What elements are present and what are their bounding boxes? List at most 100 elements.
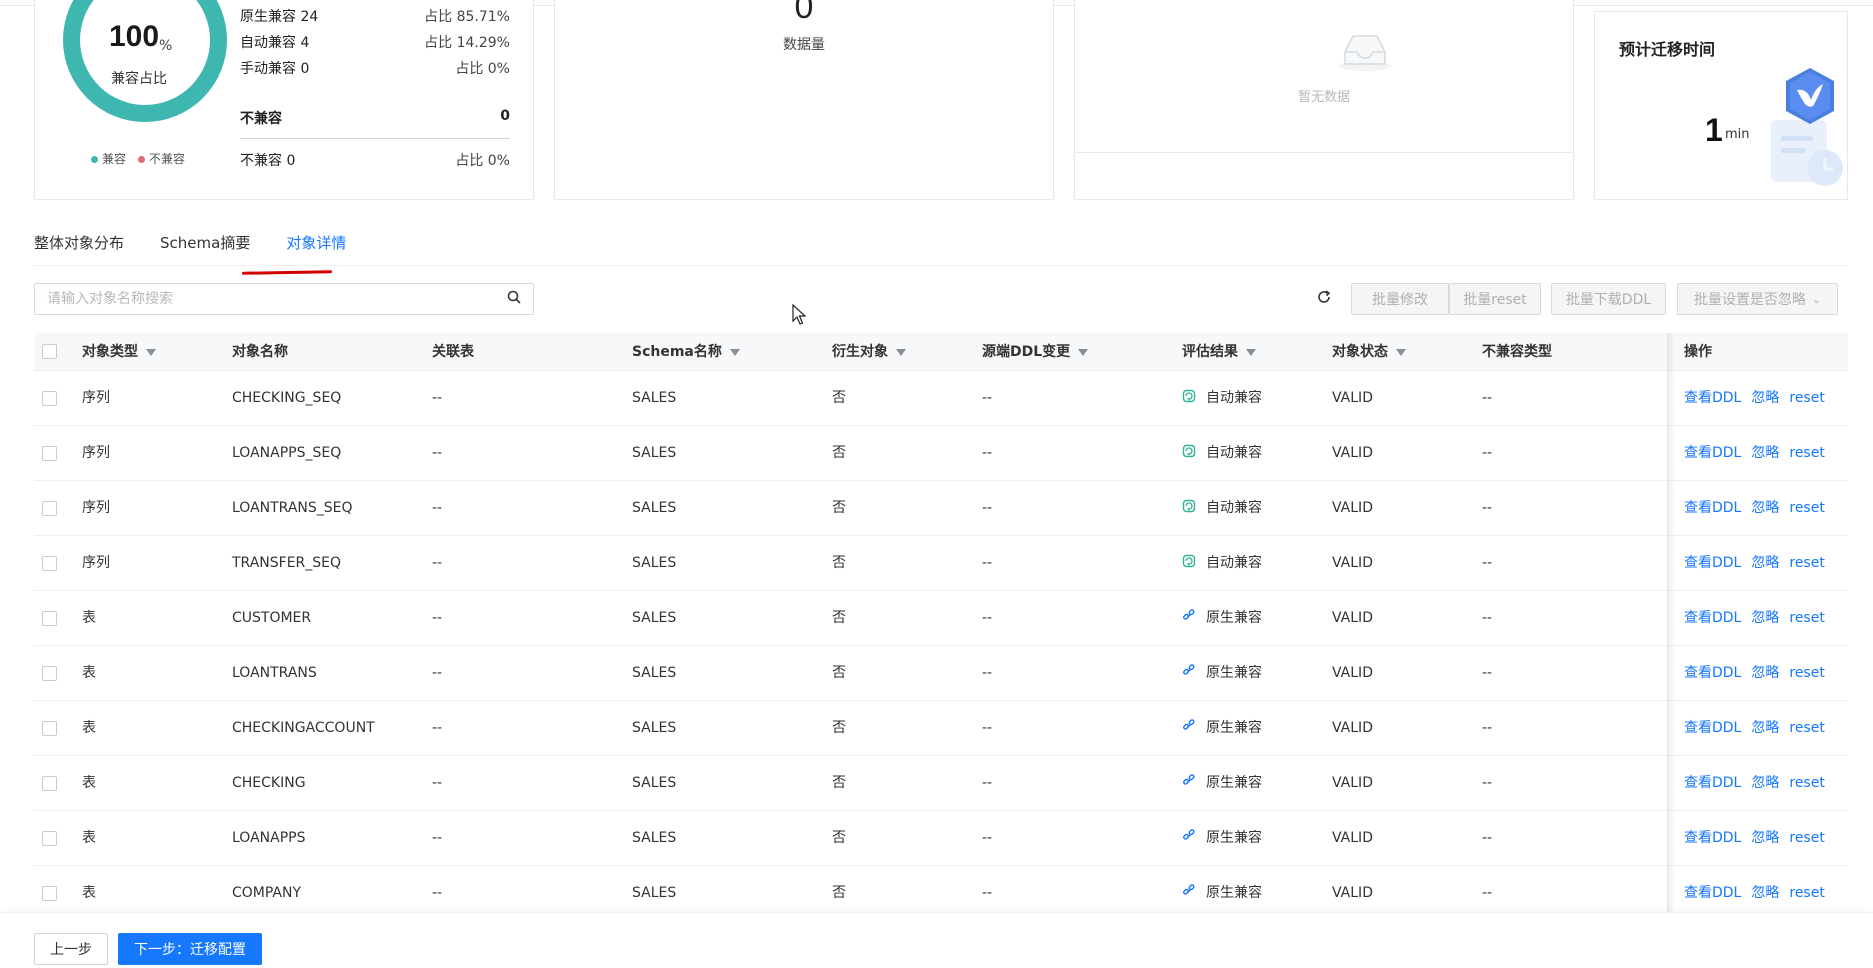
reset-link[interactable]: reset [1789, 665, 1824, 681]
view-ddl-link[interactable]: 查看DDL [1684, 830, 1741, 846]
filter-icon[interactable] [146, 348, 156, 356]
row-checkbox[interactable] [42, 886, 57, 901]
cell-eval: 原生兼容 [1182, 591, 1262, 646]
ignore-link[interactable]: 忽略 [1751, 665, 1779, 681]
filter-icon[interactable] [729, 348, 740, 356]
reset-link[interactable]: reset [1789, 775, 1824, 791]
row-checkbox[interactable] [42, 446, 57, 461]
filter-icon[interactable] [896, 348, 906, 356]
object-search-input[interactable] [47, 291, 507, 307]
reset-link[interactable]: reset [1789, 555, 1824, 571]
search-icon[interactable] [507, 290, 521, 308]
reset-link[interactable]: reset [1789, 885, 1824, 901]
stat-auto: 自动兼容 4 占比 14.29% [240, 35, 510, 51]
ignore-link[interactable]: 忽略 [1751, 390, 1779, 406]
row-checkbox[interactable] [42, 776, 57, 791]
reset-link[interactable]: reset [1789, 830, 1824, 846]
card-divider [1075, 152, 1573, 153]
view-ddl-link[interactable]: 查看DDL [1684, 390, 1741, 406]
cell-derived: 否 [832, 445, 846, 461]
batch-download-ddl-button[interactable]: 批量下载DDL [1551, 283, 1666, 315]
cell-schema: SALES [632, 500, 677, 516]
cell-eval: 原生兼容 [1182, 811, 1262, 866]
tab-schema-summary[interactable]: Schema摘要 [160, 232, 250, 263]
cell-ops: 查看DDL 忽略 reset [1684, 701, 1835, 756]
batch-reset-button[interactable]: 批量reset [1449, 283, 1541, 315]
view-ddl-link[interactable]: 查看DDL [1684, 445, 1741, 461]
select-all-checkbox[interactable] [42, 344, 57, 359]
row-checkbox[interactable] [42, 391, 57, 406]
tab-object-details[interactable]: 对象详情 [286, 232, 346, 263]
batch-modify-button[interactable]: 批量修改 [1351, 283, 1449, 315]
tab-overall-distribution[interactable]: 整体对象分布 [34, 232, 124, 263]
table-row: 表 CHECKINGACCOUNT -- SALES 否 -- VALID -- 原生兼容 查… [34, 701, 1848, 756]
table-header: 对象类型 对象名称 关联表 Schema名称 衍生对象 源端DDL变更 评估结果… [34, 333, 1848, 371]
cell-related: -- [432, 390, 443, 406]
table-row: 表 CHECKING -- SALES 否 -- VALID -- 原生兼容 查看DDL 忽略 r… [34, 756, 1848, 811]
refresh-icon [1316, 289, 1332, 309]
compat-summary-card: 100 % 兼容占比 兼容 不兼容 原生兼容 24 占比 85.71% 自动兼容 … [34, 0, 534, 200]
view-ddl-link[interactable]: 查看DDL [1684, 665, 1741, 681]
cell-derived: 否 [832, 610, 846, 626]
ignore-link[interactable]: 忽略 [1751, 885, 1779, 901]
empty-text: 暂无数据 [1297, 90, 1350, 105]
filter-icon[interactable] [1246, 348, 1256, 356]
row-checkbox[interactable] [42, 556, 57, 571]
view-ddl-link[interactable]: 查看DDL [1684, 555, 1741, 571]
col-ddl-change: 源端DDL变更 [982, 333, 1089, 371]
footer-bar: 上一步 下一步：迁移配置 [0, 912, 1873, 968]
ignore-link[interactable]: 忽略 [1751, 555, 1779, 571]
batch-ignore-dropdown[interactable]: 批量设置是否忽略 ⌄ [1677, 283, 1838, 315]
ignore-link[interactable]: 忽略 [1751, 500, 1779, 516]
cell-incompat-type: -- [1482, 500, 1493, 516]
reset-link[interactable]: reset [1789, 445, 1824, 461]
ignore-link[interactable]: 忽略 [1751, 830, 1779, 846]
native-compat-icon [1182, 828, 1196, 843]
row-checkbox[interactable] [42, 831, 57, 846]
row-checkbox[interactable] [42, 611, 57, 626]
auto-compat-icon [1182, 389, 1196, 403]
cell-ddl-change: -- [982, 830, 993, 846]
row-checkbox[interactable] [42, 666, 57, 681]
cell-ops: 查看DDL 忽略 reset [1684, 811, 1835, 866]
ignore-link[interactable]: 忽略 [1751, 610, 1779, 626]
data-volume-label: 数据量 [783, 37, 825, 53]
cell-incompat-type: -- [1482, 445, 1493, 461]
col-derived: 衍生对象 [832, 333, 906, 371]
cell-eval: 自动兼容 [1182, 371, 1262, 426]
mouse-cursor-icon [792, 303, 808, 330]
empty-inbox-icon [1335, 28, 1395, 76]
cell-name: LOANTRANS [232, 665, 317, 681]
reset-link[interactable]: reset [1789, 500, 1824, 516]
filter-icon[interactable] [1396, 348, 1406, 356]
view-ddl-link[interactable]: 查看DDL [1684, 720, 1741, 736]
ignore-link[interactable]: 忽略 [1751, 775, 1779, 791]
ignore-link[interactable]: 忽略 [1751, 445, 1779, 461]
refresh-button[interactable] [1310, 284, 1338, 314]
cell-schema: SALES [632, 775, 677, 791]
cell-related: -- [432, 775, 443, 791]
row-checkbox[interactable] [42, 721, 57, 736]
view-ddl-link[interactable]: 查看DDL [1684, 885, 1741, 901]
row-checkbox[interactable] [42, 501, 57, 516]
cell-eval: 原生兼容 [1182, 756, 1262, 811]
reset-link[interactable]: reset [1789, 610, 1824, 626]
view-ddl-link[interactable]: 查看DDL [1684, 500, 1741, 516]
next-step-button[interactable]: 下一步：迁移配置 [118, 933, 262, 965]
view-ddl-link[interactable]: 查看DDL [1684, 775, 1741, 791]
chevron-down-icon: ⌄ [1811, 292, 1822, 306]
prev-step-button[interactable]: 上一步 [34, 933, 108, 965]
cell-name: LOANAPPS_SEQ [232, 445, 342, 461]
ignore-link[interactable]: 忽略 [1751, 720, 1779, 736]
reset-link[interactable]: reset [1789, 720, 1824, 736]
empty-card: 暂无数据 [1074, 0, 1574, 200]
object-search-box[interactable] [34, 283, 534, 315]
reset-link[interactable]: reset [1789, 390, 1824, 406]
cell-derived: 否 [832, 665, 846, 681]
filter-icon[interactable] [1078, 348, 1089, 356]
donut-legend: 兼容 不兼容 [91, 150, 185, 167]
view-ddl-link[interactable]: 查看DDL [1684, 610, 1741, 626]
cell-related: -- [432, 610, 443, 626]
native-compat-icon [1182, 718, 1196, 733]
cell-derived: 否 [832, 720, 846, 736]
